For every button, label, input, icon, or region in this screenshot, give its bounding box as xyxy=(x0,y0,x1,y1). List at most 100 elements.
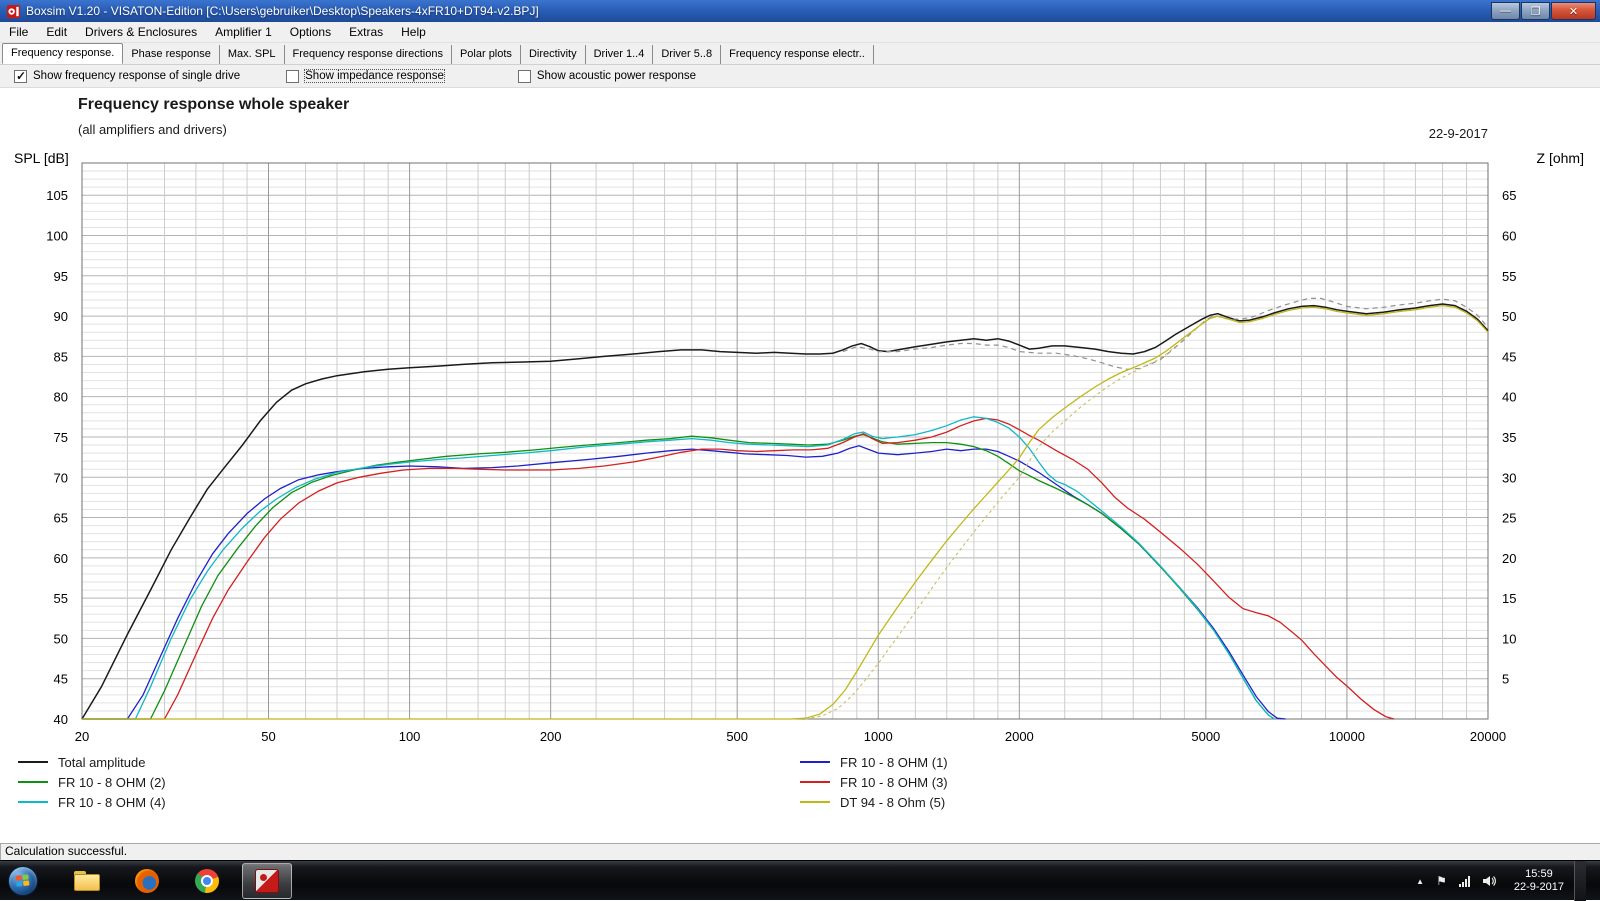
y2-tick-label: 65 xyxy=(1502,188,1516,203)
frequency-response-plot: 4045505560657075808590951001055101520253… xyxy=(0,88,1600,842)
legend-label: FR 10 - 8 OHM (4) xyxy=(58,795,166,810)
y2-tick-label: 55 xyxy=(1502,269,1516,284)
tab-frequency-response-directions[interactable]: Frequency response directions xyxy=(285,45,452,64)
y2-tick-label: 40 xyxy=(1502,390,1516,405)
y-tick-label: 50 xyxy=(54,631,68,646)
y2-tick-label: 60 xyxy=(1502,229,1516,244)
explorer-folder-icon xyxy=(74,871,100,891)
x-tick-label: 20 xyxy=(75,729,89,744)
chart-title: Frequency response whole speaker xyxy=(78,96,349,114)
legend-item: Total amplitude xyxy=(18,752,166,772)
checkbox-impedance-box[interactable] xyxy=(286,70,299,83)
legend-swatch xyxy=(800,761,830,763)
minimize-button[interactable]: — xyxy=(1491,2,1520,20)
legend-label: FR 10 - 8 OHM (1) xyxy=(840,755,948,770)
tab-polar-plots[interactable]: Polar plots xyxy=(452,45,521,64)
menu-edit[interactable]: Edit xyxy=(37,22,76,42)
y2-tick-label: 15 xyxy=(1502,591,1516,606)
taskbar-chrome-button[interactable] xyxy=(182,863,232,899)
tab-frequency-response[interactable]: Frequency response. xyxy=(2,43,123,64)
chart-date: 22-9-2017 xyxy=(1429,126,1488,141)
legend-swatch xyxy=(18,801,48,803)
legend-item: FR 10 - 8 OHM (1) xyxy=(800,752,948,772)
menu-file[interactable]: File xyxy=(0,22,37,42)
taskbar-boxsim-button[interactable] xyxy=(242,863,292,899)
x-tick-label: 5000 xyxy=(1191,729,1220,744)
y-tick-label: 100 xyxy=(46,229,68,244)
tab-max-spl[interactable]: Max. SPL xyxy=(220,45,285,64)
windows-logo-icon xyxy=(15,874,30,887)
y2-tick-label: 30 xyxy=(1502,470,1516,485)
menu-amplifier-1[interactable]: Amplifier 1 xyxy=(206,22,281,42)
hidden-icons-chevron-icon[interactable]: ▲ xyxy=(1416,877,1424,886)
x-tick-label: 10000 xyxy=(1329,729,1365,744)
chart-subtitle: (all amplifiers and drivers) xyxy=(78,122,227,137)
tab-frequency-response-electr[interactable]: Frequency response electr.. xyxy=(721,45,874,64)
checkbox-single-driver-box[interactable] xyxy=(14,70,27,83)
y-tick-label: 95 xyxy=(54,269,68,284)
taskbar-firefox-button[interactable] xyxy=(122,863,172,899)
checkbox-acoustic-power-label: Show acoustic power response xyxy=(537,70,696,82)
menu-drivers-enclosures[interactable]: Drivers & Enclosures xyxy=(76,22,206,42)
x-tick-label: 2000 xyxy=(1005,729,1034,744)
firefox-icon xyxy=(135,869,159,893)
x-tick-label: 500 xyxy=(726,729,748,744)
y2-tick-label: 25 xyxy=(1502,511,1516,526)
y-tick-label: 105 xyxy=(46,188,68,203)
legend-label: FR 10 - 8 OHM (3) xyxy=(840,775,948,790)
menubar: File Edit Drivers & Enclosures Amplifier… xyxy=(0,22,1600,43)
menu-options[interactable]: Options xyxy=(281,22,340,42)
checkbox-single-driver-label: Show frequency response of single drive xyxy=(33,70,240,82)
y2-tick-label: 35 xyxy=(1502,430,1516,445)
tabbar: Frequency response. Phase response Max. … xyxy=(0,43,1600,65)
series-total-amplitude xyxy=(82,304,1488,719)
y-tick-label: 65 xyxy=(54,511,68,526)
x-tick-label: 50 xyxy=(261,729,275,744)
network-icon[interactable] xyxy=(1459,876,1470,887)
taskbar-explorer-button[interactable] xyxy=(62,863,112,899)
menu-extras[interactable]: Extras xyxy=(340,22,392,42)
checkbox-impedance-label: Show impedance response xyxy=(305,70,444,82)
y2-tick-label: 5 xyxy=(1502,672,1509,687)
maximize-button[interactable]: ❐ xyxy=(1521,2,1550,20)
y-tick-label: 75 xyxy=(54,430,68,445)
legend-item: FR 10 - 8 OHM (4) xyxy=(18,792,166,812)
system-tray: ▲ ⚑ 15:59 22-9-2017 xyxy=(1410,861,1586,901)
tab-phase-response[interactable]: Phase response xyxy=(123,45,220,64)
y-tick-label: 40 xyxy=(54,712,68,727)
start-button[interactable] xyxy=(8,866,38,896)
checkbox-single-driver[interactable]: Show frequency response of single drive xyxy=(14,70,240,83)
y-tick-label: 55 xyxy=(54,591,68,606)
app-icon xyxy=(6,4,21,19)
x-tick-label: 1000 xyxy=(864,729,893,744)
y-tick-label: 85 xyxy=(54,349,68,364)
taskbar-clock[interactable]: 15:59 22-9-2017 xyxy=(1514,868,1564,894)
y2-tick-label: 50 xyxy=(1502,309,1516,324)
y-axis-label-spl: SPL [dB] xyxy=(14,150,69,166)
tab-driver-1-4[interactable]: Driver 1..4 xyxy=(586,45,654,64)
volume-icon[interactable] xyxy=(1482,875,1498,887)
tab-driver-5-8[interactable]: Driver 5..8 xyxy=(653,45,721,64)
clock-date: 22-9-2017 xyxy=(1514,881,1564,894)
chart-area: 4045505560657075808590951001055101520253… xyxy=(0,88,1600,842)
close-button[interactable]: ✕ xyxy=(1551,2,1596,20)
checkbox-impedance[interactable]: Show impedance response xyxy=(286,70,444,83)
checkbox-acoustic-power[interactable]: Show acoustic power response xyxy=(518,70,696,83)
legend-swatch xyxy=(18,761,48,763)
x-tick-label: 100 xyxy=(399,729,421,744)
titlebar: Boxsim V1.20 - VISATON-Edition [C:\Users… xyxy=(0,0,1600,22)
menu-help[interactable]: Help xyxy=(392,22,435,42)
y-tick-label: 80 xyxy=(54,390,68,405)
show-desktop-button[interactable] xyxy=(1574,861,1586,901)
clock-time: 15:59 xyxy=(1514,868,1564,881)
y-tick-label: 60 xyxy=(54,551,68,566)
legend-label: Total amplitude xyxy=(58,755,145,770)
legend-item: FR 10 - 8 OHM (3) xyxy=(800,772,948,792)
legend-label: DT 94 - 8 Ohm (5) xyxy=(840,795,945,810)
action-center-flag-icon[interactable]: ⚑ xyxy=(1436,874,1447,888)
tab-directivity[interactable]: Directivity xyxy=(521,45,586,64)
series-total-dashed xyxy=(843,298,1488,369)
checkbox-acoustic-power-box[interactable] xyxy=(518,70,531,83)
legend-item: DT 94 - 8 Ohm (5) xyxy=(800,792,948,812)
series-dt-94-8-ohm-5- xyxy=(82,306,1488,719)
